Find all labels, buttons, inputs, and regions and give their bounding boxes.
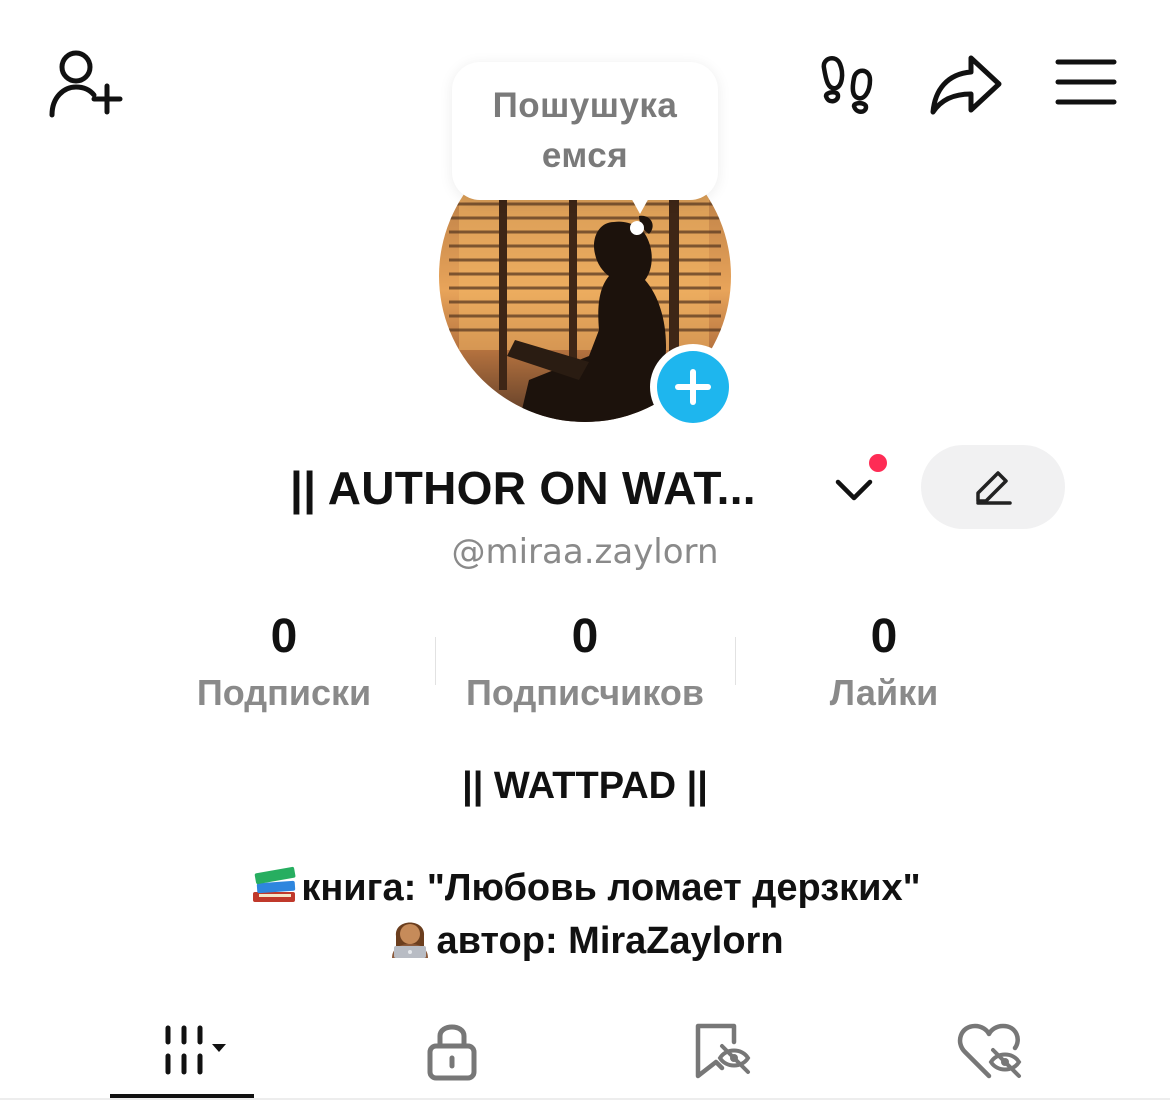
footprints-icon xyxy=(821,55,873,114)
stat-likes[interactable]: 0 Лайки xyxy=(734,606,1034,718)
person-laptop-emoji-icon xyxy=(386,912,434,974)
stat-following[interactable]: 0 Подписки xyxy=(134,606,434,718)
profile-views-button[interactable] xyxy=(812,52,882,118)
bookmark-hidden-icon xyxy=(695,1023,751,1079)
bio-line-author: автор: MiraZaylorn xyxy=(0,912,1170,974)
caret-down-icon xyxy=(212,1044,226,1052)
bio-line-book: книга: "Любовь ломает дерзких" xyxy=(0,860,1170,920)
hamburger-menu-icon xyxy=(1055,59,1117,105)
account-switch-button[interactable] xyxy=(832,468,878,508)
books-emoji-icon xyxy=(249,860,299,920)
person-plus-icon xyxy=(49,50,123,118)
share-arrow-icon xyxy=(930,55,1002,115)
bio-title: || WATTPAD || xyxy=(462,765,708,807)
stat-followers[interactable]: 0 Подписчиков xyxy=(435,606,735,718)
bio-author-text: автор: MiraZaylorn xyxy=(436,920,784,963)
add-story-button[interactable] xyxy=(650,344,736,430)
tab-videos-grid[interactable] xyxy=(110,1000,254,1100)
stat-likes-value: 0 xyxy=(870,610,898,663)
notification-dot xyxy=(866,451,890,475)
pencil-icon xyxy=(976,471,1012,505)
stat-following-value: 0 xyxy=(270,610,298,663)
chevron-down-icon xyxy=(835,479,873,501)
stat-likes-label: Лайки xyxy=(829,672,939,713)
bio-book-text: книга: "Любовь ломает дерзких" xyxy=(301,867,921,910)
stat-following-label: Подписки xyxy=(196,672,372,713)
stat-followers-value: 0 xyxy=(571,610,599,663)
plus-icon xyxy=(675,369,711,405)
status-bubble-dot xyxy=(630,221,644,235)
display-name: || AUTHOR ON WAT... xyxy=(290,462,756,514)
stat-followers-label: Подписчиков xyxy=(466,672,704,713)
add-friend-button[interactable] xyxy=(42,44,126,120)
add-story-inner xyxy=(657,351,729,423)
status-bubble-line1: Пошушука xyxy=(492,86,678,125)
status-bubble-line2: емся xyxy=(541,136,629,175)
share-profile-button[interactable] xyxy=(926,50,1004,118)
tab-liked[interactable] xyxy=(918,1000,1062,1100)
heart-hidden-icon xyxy=(957,1023,1022,1079)
tab-private[interactable] xyxy=(380,1000,524,1100)
status-bubble[interactable]: Пошушука емся xyxy=(452,62,718,200)
username: @miraa.zaylorn xyxy=(451,532,719,572)
grid-icon xyxy=(165,1025,226,1075)
menu-button[interactable] xyxy=(1052,54,1120,110)
lock-icon xyxy=(427,1024,477,1081)
tab-saved[interactable] xyxy=(650,1000,794,1100)
edit-profile-button[interactable] xyxy=(921,445,1065,529)
display-name-row[interactable]: || AUTHOR ON WAT... xyxy=(290,458,756,518)
